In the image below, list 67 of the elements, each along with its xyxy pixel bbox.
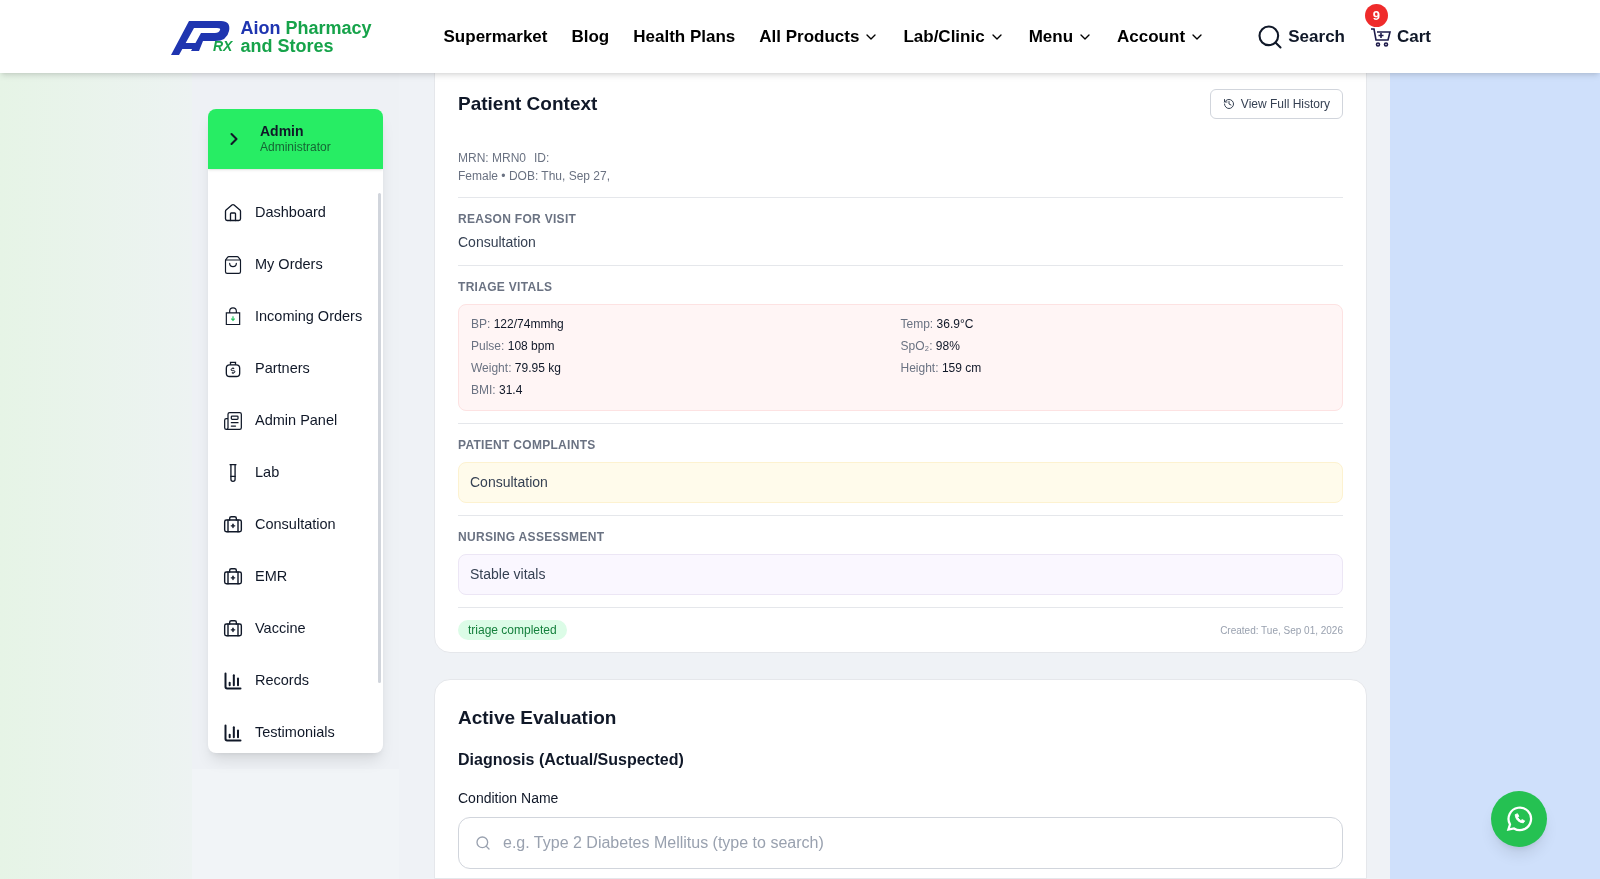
reason-value: Consultation — [458, 233, 537, 252]
section-heading: PATIENT COMPLAINTS — [458, 437, 597, 454]
nav-link[interactable]: Lab/Clinic — [903, 23, 1005, 50]
patient-id: ID: — [534, 150, 550, 167]
assessment-box: Stable vitals — [458, 554, 1343, 595]
bag-icon — [223, 307, 243, 327]
vital-reading: Weight: 79.95 kg — [471, 360, 562, 377]
sidebar-item[interactable]: Lab — [208, 447, 383, 499]
sidebar-item[interactable]: Partners — [208, 343, 383, 395]
vital-reading: SpO₂: 98% — [900, 338, 961, 355]
nav-link[interactable]: Supermarket — [443, 23, 548, 50]
section-title: Diagnosis (Actual/Suspected) — [458, 749, 685, 770]
cart-count-badge: 9 — [1365, 3, 1388, 27]
search-link[interactable]: Search — [1256, 22, 1345, 51]
section-heading: REASON FOR VISIT — [458, 211, 578, 228]
condition-search-field[interactable]: e.g. Type 2 Diabetes Mellitus (type to search) — [458, 816, 1343, 869]
logo-rx: RX — [213, 37, 233, 56]
vital-reading: BMI: 31.4 — [471, 382, 524, 399]
card-title: Patient Context — [458, 91, 598, 116]
panel-icon — [223, 411, 243, 431]
sidebar-item[interactable]: Dashboard — [208, 187, 383, 239]
search-icon — [1256, 22, 1285, 51]
section-heading: NURSING ASSESSMENT — [458, 529, 606, 546]
whatsapp-button[interactable] — [1491, 791, 1547, 847]
user-name: Admin — [260, 123, 305, 139]
patient-mrn: MRN: MRN0 — [458, 150, 526, 167]
nav-link[interactable]: Menu — [1028, 23, 1094, 50]
created-date: Created: Tue, Sep 01, 2026 — [1220, 623, 1343, 638]
vital-reading: Pulse: 108 bpm — [471, 338, 556, 355]
medical-kit-icon — [223, 619, 243, 639]
card-title: Active Evaluation — [458, 706, 618, 730]
logo-subtitle: and Stores — [240, 36, 334, 55]
sidebar-item[interactable]: My Orders — [208, 239, 383, 291]
view-history-button[interactable]: View Full History — [1209, 89, 1343, 119]
nav-link[interactable]: All Products — [759, 23, 880, 50]
chat-icon — [1504, 804, 1534, 834]
field-label: Condition Name — [458, 788, 560, 808]
nav-link[interactable]: Account — [1117, 23, 1206, 50]
sidebar-item[interactable]: Admin Panel — [208, 395, 383, 447]
bar-chart-icon — [223, 671, 243, 691]
section-heading: TRIAGE VITALS — [458, 279, 554, 296]
sidebar-item[interactable]: Consultation — [208, 499, 383, 551]
medical-kit-icon — [223, 567, 243, 587]
sidebar-item[interactable]: Incoming Orders — [208, 291, 383, 343]
sidebar-item[interactable]: Testimonials — [208, 707, 383, 753]
user-header[interactable]: Admin Administrator — [208, 109, 383, 169]
user-role: Administrator — [260, 139, 331, 155]
bag-icon — [223, 255, 243, 275]
vital-reading: Height: 159 cm — [900, 360, 983, 377]
nav-link[interactable]: Blog — [571, 23, 610, 50]
search-icon — [475, 834, 491, 851]
history-icon — [1222, 98, 1235, 110]
complaints-box: Consultation — [458, 462, 1343, 503]
vital-reading: Temp: 36.9°C — [900, 316, 975, 333]
sidebar-item[interactable]: Records — [208, 655, 383, 707]
logo[interactable]: RX Aion Pharmacy and Stores — [169, 16, 372, 57]
medical-kit-icon — [223, 515, 243, 535]
sidebar-item[interactable]: EMR — [208, 551, 383, 603]
money-bag-icon — [223, 359, 243, 379]
status-badge: triage completed — [458, 620, 567, 640]
home-icon — [223, 203, 243, 223]
logo-title: Aion Pharmacy — [240, 18, 372, 37]
vital-reading: BP: 122/74mmhg — [471, 316, 565, 333]
bar-chart-icon — [223, 723, 243, 743]
sidebar-item[interactable]: Vaccine — [208, 603, 383, 655]
patient-details: Female • DOB: Thu, Sep 27, — [458, 168, 612, 185]
nav-link[interactable]: Health Plans — [633, 23, 736, 50]
